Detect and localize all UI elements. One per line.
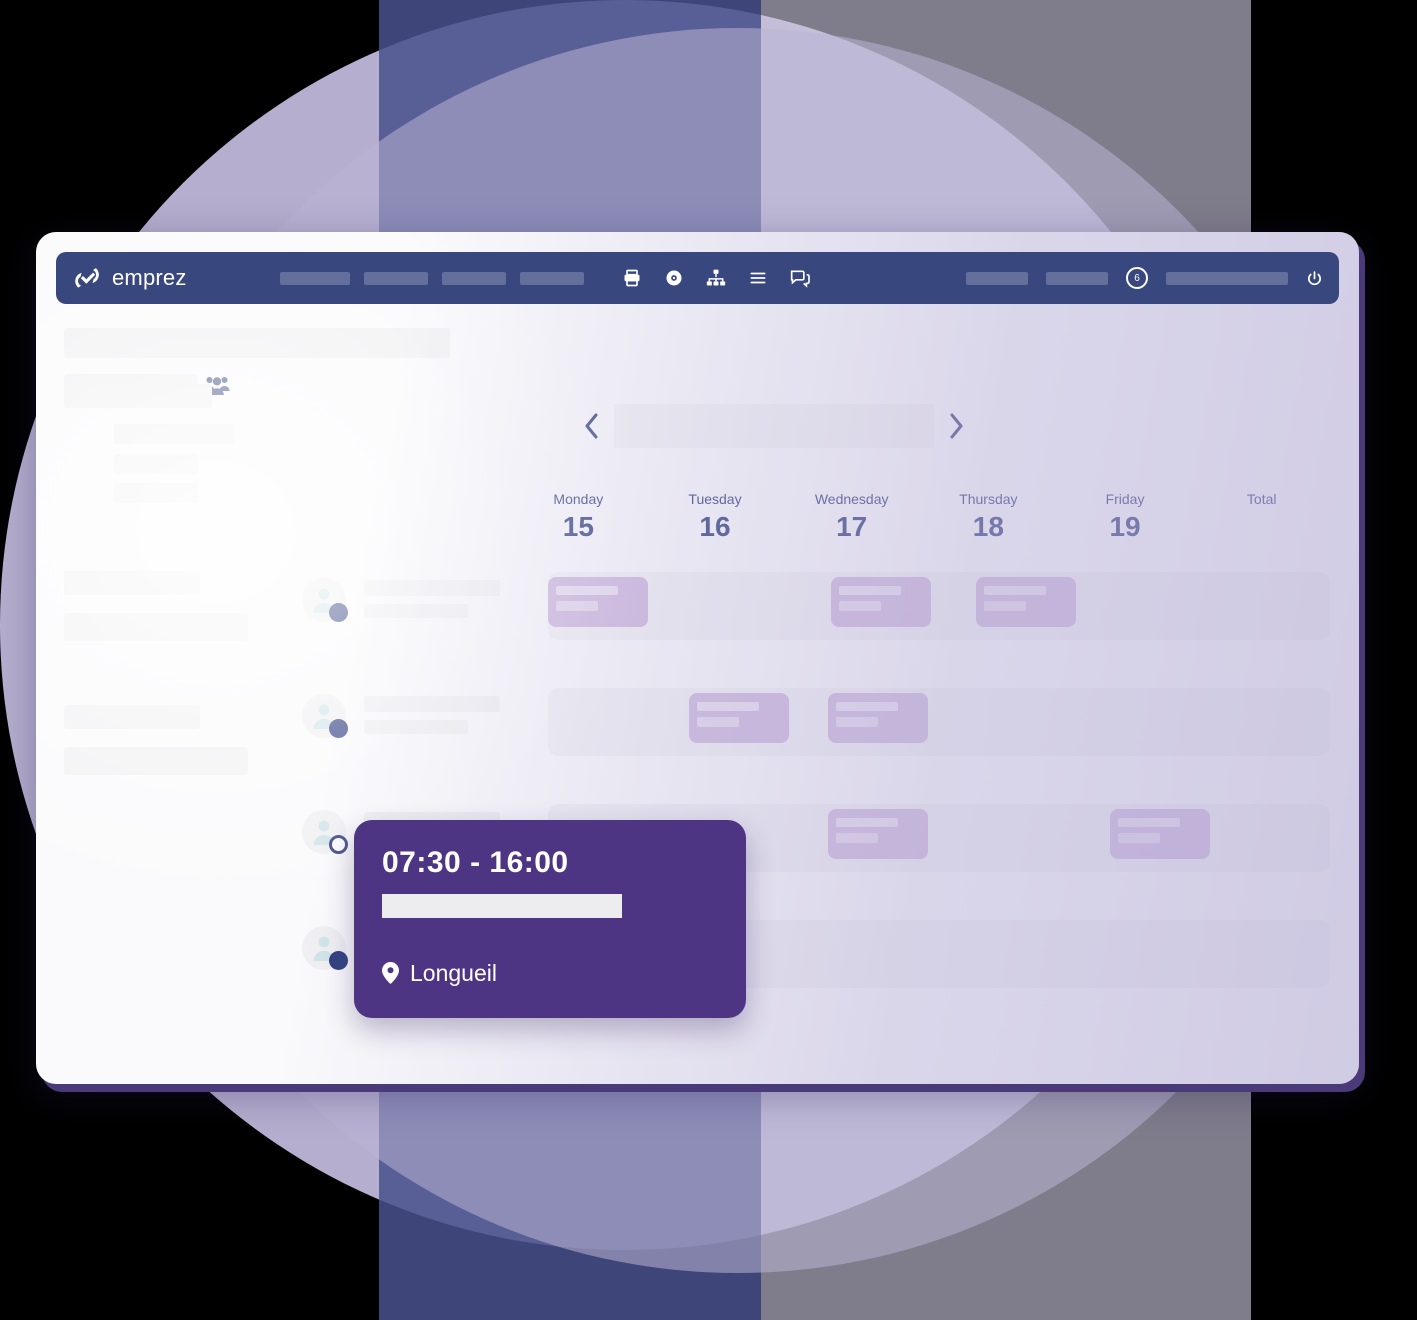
chevron-left-icon[interactable]: [584, 413, 600, 439]
day-name: Friday: [1105, 491, 1145, 507]
shift-detail-tooltip: 07:30 - 16:00 Longueil: [354, 820, 746, 1018]
nav-links: [280, 271, 584, 285]
event-line-2: [1118, 833, 1160, 843]
settings-gear-icon[interactable]: [664, 268, 684, 288]
row-track: [548, 572, 1330, 640]
event-line-1: [836, 702, 898, 711]
event-pill[interactable]: [976, 577, 1076, 627]
day-name: Thursday: [959, 491, 1018, 507]
week-label-skeleton[interactable]: [614, 404, 934, 448]
day-header-tuesday: Tuesday 16: [647, 490, 784, 552]
day-header-total: Total: [1193, 490, 1330, 552]
sitemap-icon[interactable]: [706, 268, 726, 288]
table-row: [64, 572, 1330, 656]
notification-badge[interactable]: 6: [1126, 267, 1148, 289]
nav-link-2[interactable]: [364, 271, 428, 285]
event-line-2: [556, 601, 598, 611]
avatar[interactable]: [302, 578, 348, 622]
day-header-friday: Friday 19: [1057, 490, 1194, 552]
calendar-day-headers: Monday 15 Tuesday 16 Wednesday 17 Thursd…: [510, 490, 1330, 552]
day-name: Wednesday: [814, 491, 889, 507]
day-header-thursday: Thursday 18: [920, 490, 1057, 552]
day-number: 17: [836, 511, 868, 542]
total-label: Total: [1246, 491, 1277, 507]
nav-link-1[interactable]: [280, 271, 350, 285]
employee-role-skeleton: [364, 604, 468, 618]
day-header-wednesday: Wednesday 17: [783, 490, 920, 552]
event-line-2: [839, 601, 881, 611]
event-line-1: [839, 586, 901, 595]
printer-icon[interactable]: [622, 268, 642, 288]
chevron-right-icon[interactable]: [948, 413, 964, 439]
day-header-monday: Monday 15: [510, 490, 647, 552]
event-pill[interactable]: [831, 577, 931, 627]
account-skeleton[interactable]: [1166, 271, 1288, 285]
event-line-1: [984, 586, 1046, 595]
app-window: emprez 6 Monday 15 Tuesday 16 Wednesday …: [36, 232, 1359, 1084]
event-line-2: [836, 717, 878, 727]
hamburger-menu-icon[interactable]: [748, 268, 768, 288]
day-number: 16: [699, 511, 731, 542]
status-dot: [329, 835, 348, 854]
employee-name-skeleton: [364, 696, 500, 712]
event-pill[interactable]: [1110, 809, 1210, 859]
nav-link-4[interactable]: [520, 271, 584, 285]
avatar[interactable]: [302, 810, 348, 854]
brand-name: emprez: [112, 265, 187, 290]
chat-bubbles-icon[interactable]: [790, 268, 810, 288]
shift-time-range: 07:30 - 16:00: [382, 846, 569, 879]
employee-role-skeleton: [364, 720, 468, 734]
status-dot: [329, 951, 348, 970]
event-pill[interactable]: [828, 809, 928, 859]
navbar-right: 6: [966, 267, 1323, 289]
day-number: 15: [562, 511, 594, 542]
shift-detail-skeleton: [382, 894, 622, 918]
event-line-2: [984, 601, 1026, 611]
event-pill[interactable]: [548, 577, 648, 627]
nav-link-3[interactable]: [442, 271, 506, 285]
sidebar-item-1[interactable]: [64, 384, 212, 408]
event-line-1: [836, 818, 898, 827]
status-dot: [329, 603, 348, 622]
emprez-logo-icon: [75, 268, 99, 288]
sidebar-item-2[interactable]: [114, 424, 234, 444]
week-navigation: [584, 402, 964, 450]
sidebar-item-4[interactable]: [114, 483, 198, 503]
event-pill[interactable]: [828, 693, 928, 743]
location-pin-icon: [382, 962, 399, 984]
event-line-1: [697, 702, 759, 711]
day-name: Monday: [553, 491, 604, 507]
day-number: 19: [1109, 511, 1141, 542]
event-line-2: [697, 717, 739, 727]
event-line-2: [836, 833, 878, 843]
nav-right-item-1[interactable]: [966, 271, 1028, 285]
sidebar-item-3[interactable]: [114, 454, 198, 474]
power-icon[interactable]: [1306, 270, 1323, 287]
status-dot: [329, 719, 348, 738]
table-row: [64, 688, 1330, 772]
brand[interactable]: emprez: [72, 263, 272, 293]
shift-location-text: Longueil: [410, 960, 497, 986]
row-track: [548, 688, 1330, 756]
employee-name-skeleton: [364, 580, 500, 596]
page-title-skeleton: [64, 328, 450, 358]
event-line-1: [1118, 818, 1180, 827]
top-navbar: emprez 6: [56, 252, 1339, 304]
nav-right-item-2[interactable]: [1046, 271, 1108, 285]
event-line-1: [556, 586, 618, 595]
avatar[interactable]: [302, 694, 348, 738]
day-name: Tuesday: [688, 491, 742, 507]
nav-icons: [622, 268, 810, 288]
day-number: 18: [972, 511, 1004, 542]
event-pill[interactable]: [689, 693, 789, 743]
avatar[interactable]: [302, 926, 348, 970]
shift-location: Longueil: [382, 960, 497, 986]
